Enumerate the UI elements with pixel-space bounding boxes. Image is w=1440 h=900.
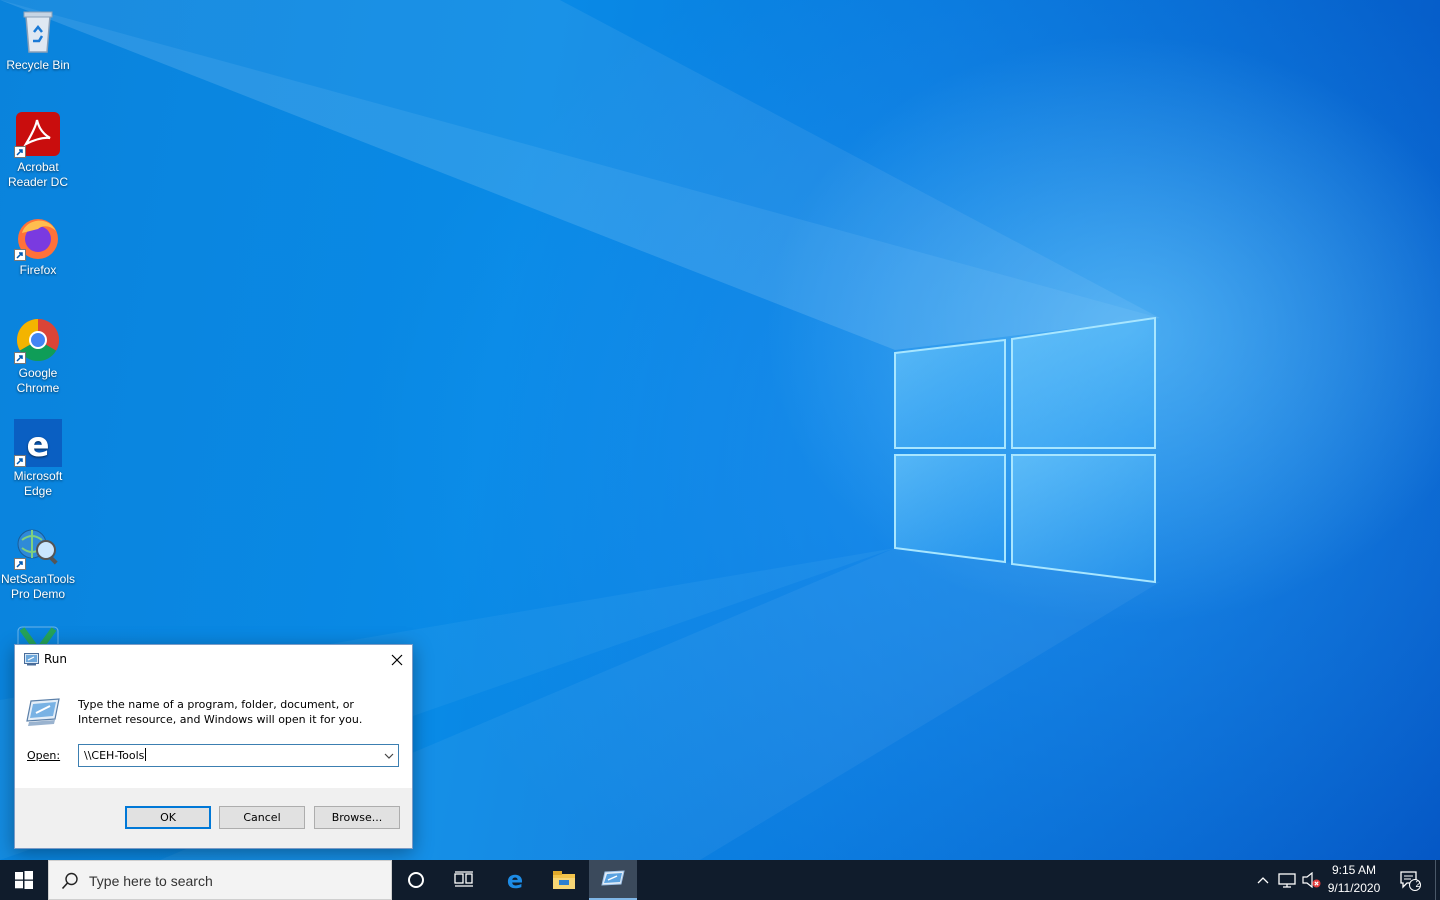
start-icon [15,871,33,889]
netscantools-icon [14,522,62,570]
text-caret [145,748,147,761]
open-input-value: \\CEH-Tools [84,749,145,762]
dropdown-button[interactable] [380,746,397,765]
run-dialog[interactable]: Run Type the name of a program, folder, … [14,644,413,849]
desktop-icon-edge[interactable]: e Microsoft Edge [0,419,76,499]
file-explorer-icon [553,871,575,889]
svg-text:e: e [26,425,49,465]
run-dialog-body: Type the name of a program, folder, docu… [15,674,412,788]
shortcut-arrow-icon [14,558,26,570]
chevron-up-icon [1257,877,1269,884]
volume-button[interactable] [1300,860,1322,900]
shortcut-arrow-icon [14,146,26,158]
browse-button[interactable]: Browse... [314,806,400,829]
clock-time[interactable]: 9:15 AM [1322,863,1386,877]
run-dialog-footer: OK Cancel Browse... [15,788,412,848]
close-icon [391,654,403,665]
show-hidden-icons-button[interactable] [1252,860,1274,900]
cancel-button[interactable]: Cancel [219,806,305,829]
firefox-icon [14,213,62,261]
cancel-button-label: Cancel [243,811,281,824]
desktop-icon-label: Google Chrome [16,366,60,395]
ok-button-label: OK [160,811,176,824]
taskbar-run-button[interactable] [589,860,637,900]
cortana-button[interactable] [392,860,440,900]
search-box[interactable]: Type here to search [48,860,392,900]
taskbar-file-explorer-button[interactable] [540,860,588,900]
taskbar: Type here to search e 9:15 AM 9/11/2020 … [0,860,1440,900]
desktop-icon-label: Microsoft Edge [13,469,63,498]
desktop-icon-firefox[interactable]: Firefox [0,213,76,278]
task-view-button[interactable] [440,860,488,900]
chevron-down-icon [384,753,393,759]
taskbar-edge-button[interactable]: e [490,860,540,900]
ok-button[interactable]: OK [125,806,211,829]
action-center-button[interactable]: 2 [1392,860,1428,900]
open-combobox[interactable]: \\CEH-Tools [78,744,399,767]
desktop-icon-label: Firefox [19,263,57,277]
run-app-icon [24,653,39,669]
desktop-icon-recycle-bin[interactable]: Recycle Bin [0,8,76,73]
dialog-title: Run [44,652,68,666]
edge-icon: e [507,868,523,892]
recycle-bin-icon [14,8,62,56]
open-label: Open: [27,749,60,762]
clock-date[interactable]: 9/11/2020 [1322,881,1386,895]
shortcut-arrow-icon [14,249,26,261]
desktop-icon-label: Acrobat Reader DC [7,160,69,189]
run-description: Type the name of a program, folder, docu… [78,698,363,726]
cortana-icon [408,872,424,888]
shortcut-arrow-icon [14,455,26,467]
network-button[interactable] [1276,860,1298,900]
search-icon [61,872,78,890]
desktop-icon-label: Recycle Bin [6,58,70,72]
volume-muted-icon [1302,872,1321,888]
desktop-icon-netscantools[interactable]: NetScanTools Pro Demo [0,522,76,602]
open-input[interactable]: \\CEH-Tools [84,748,147,762]
show-desktop-button[interactable] [1435,860,1440,900]
svg-text:e: e [507,868,523,892]
windows-logo-wallpaper [894,316,1156,584]
run-dialog-titlebar[interactable]: Run [15,645,412,674]
notification-count-badge: 2 [1415,879,1421,889]
shortcut-arrow-icon [14,352,26,364]
desktop-icon-label: NetScanTools Pro Demo [0,572,76,601]
close-button[interactable] [382,645,412,674]
task-view-icon [454,871,473,887]
edge-icon: e [14,419,62,467]
open-label-text: Open: [27,749,61,762]
run-app-icon [601,870,625,886]
run-large-icon [25,697,61,730]
chrome-icon [14,316,62,364]
desktop-icon-chrome[interactable]: Google Chrome [0,316,76,396]
desktop-icon-acrobat[interactable]: Acrobat Reader DC [0,110,76,190]
browse-button-label: Browse... [331,811,383,824]
acrobat-reader-icon [14,110,62,158]
start-button[interactable] [0,860,48,900]
search-placeholder: Type here to search [89,873,213,889]
network-icon [1278,873,1296,888]
